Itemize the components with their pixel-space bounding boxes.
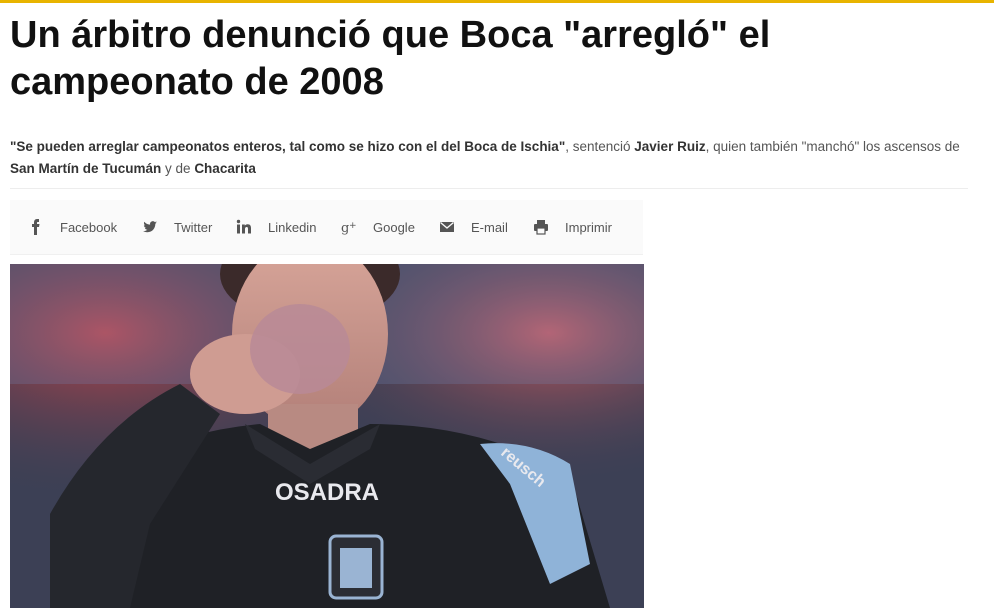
summary-club-1: San Martín de Tucumán <box>10 161 162 176</box>
summary-name: Javier Ruiz <box>634 139 706 154</box>
share-email-button[interactable]: E-mail <box>439 212 508 242</box>
article-title-line-2: campeonato de 2008 <box>10 61 384 103</box>
share-email-label: E-mail <box>471 219 508 235</box>
article-title: Un árbitro denunció que Boca "arregló" e… <box>10 12 970 106</box>
article-summary: "Se pueden arreglar campeonatos enteros,… <box>10 136 970 180</box>
summary-text-3: y de <box>161 161 195 176</box>
article-title-line-1: Un árbitro denunció que Boca "arregló" e… <box>10 14 771 56</box>
summary-club-2: Chacarita <box>194 161 256 176</box>
summary-text-2: , quien también "manchó" los ascensos de <box>705 139 960 154</box>
email-icon <box>439 219 455 235</box>
summary-quote: "Se pueden arreglar campeonatos enteros,… <box>10 139 566 154</box>
share-linkedin-label: Linkedin <box>268 219 317 235</box>
linkedin-icon <box>236 219 252 235</box>
svg-text:+: + <box>349 221 357 231</box>
twitter-icon <box>142 219 158 235</box>
summary-text-1: , sentenció <box>565 139 635 154</box>
share-facebook-button[interactable]: Facebook <box>28 212 117 242</box>
share-bar: Facebook Twitter Linkedin g + Google E-ma… <box>10 200 643 255</box>
share-twitter-button[interactable]: Twitter <box>142 212 212 242</box>
share-google-label: Google <box>373 219 415 235</box>
share-facebook-label: Facebook <box>60 219 118 235</box>
share-google-button[interactable]: g + Google <box>341 212 415 242</box>
facebook-icon <box>28 219 44 235</box>
article-photo: OSADRA reusch <box>10 264 644 608</box>
share-print-label: Imprimir <box>565 219 612 235</box>
google-plus-icon: g + <box>341 219 357 235</box>
share-twitter-label: Twitter <box>174 219 213 235</box>
share-linkedin-button[interactable]: Linkedin <box>236 212 316 242</box>
summary-divider <box>10 188 968 189</box>
share-print-button[interactable]: Imprimir <box>533 212 612 242</box>
top-accent-line <box>0 0 994 3</box>
shirt-print: OSADRA <box>275 479 379 506</box>
print-icon <box>533 219 549 235</box>
